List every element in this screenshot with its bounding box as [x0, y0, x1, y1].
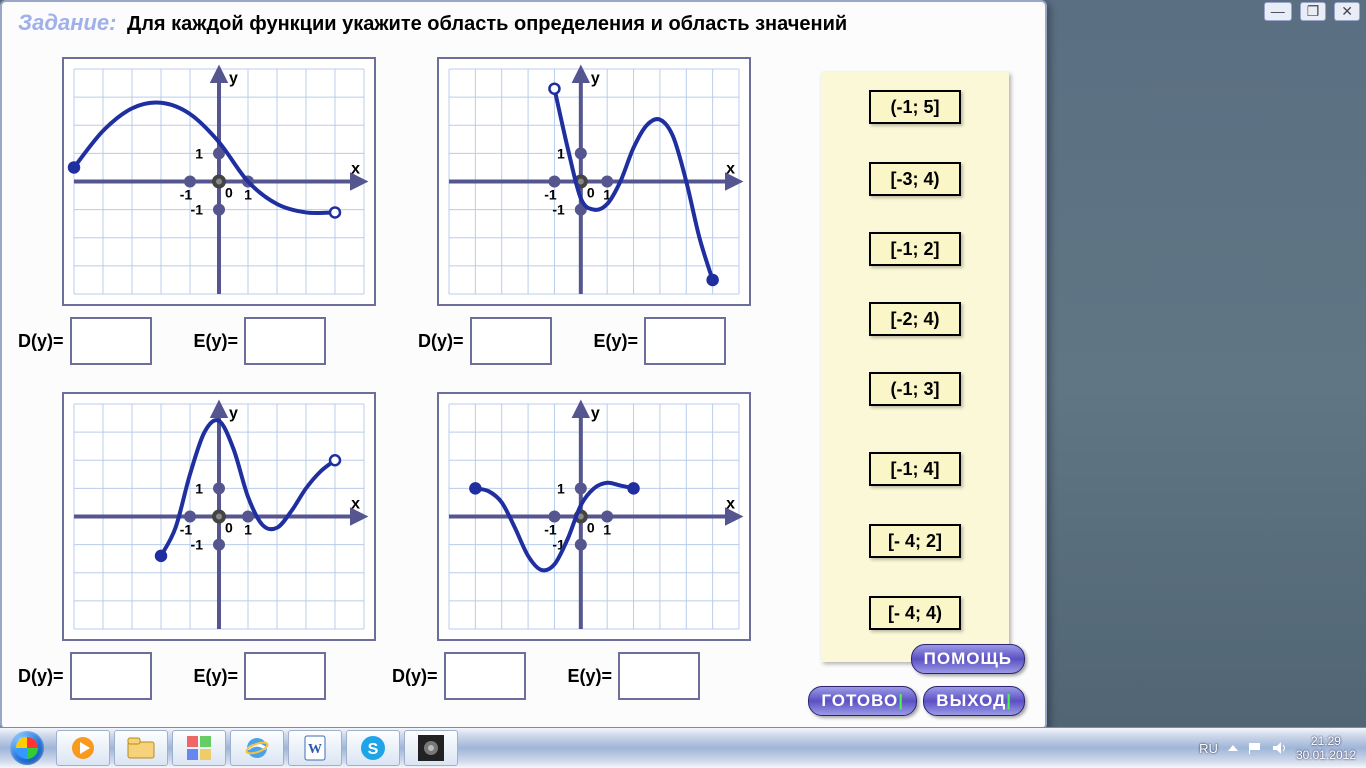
- exercise-window: Задание: Для каждой функции укажите обла…: [0, 0, 1047, 730]
- range-slot-1[interactable]: [244, 317, 326, 365]
- svg-text:x: x: [726, 161, 735, 178]
- svg-text:1: 1: [244, 187, 252, 203]
- svg-text:-1: -1: [544, 187, 557, 203]
- svg-text:0: 0: [225, 520, 233, 536]
- answer-tile[interactable]: [-1; 2]: [869, 232, 961, 266]
- clock[interactable]: 21:29 30.01.2012: [1296, 734, 1356, 763]
- svg-text:0: 0: [225, 185, 233, 201]
- answer-row-2: D(y)= E(y)=: [418, 317, 726, 365]
- svg-text:-1: -1: [544, 522, 557, 538]
- done-button[interactable]: ГОТОВО|: [808, 686, 917, 716]
- svg-text:0: 0: [587, 185, 595, 201]
- minimize-button[interactable]: —: [1264, 2, 1292, 21]
- answer-tile[interactable]: [- 4; 2]: [869, 524, 961, 558]
- range-label: E(y)=: [568, 666, 613, 687]
- graph-3: -1101-1xy: [62, 392, 376, 641]
- range-slot-4[interactable]: [618, 652, 700, 700]
- graph-1: -1101-1xy: [62, 57, 376, 306]
- svg-text:1: 1: [244, 522, 252, 538]
- domain-slot-2[interactable]: [470, 317, 552, 365]
- maximize-button[interactable]: ❐: [1300, 2, 1327, 21]
- svg-text:1: 1: [603, 522, 611, 538]
- svg-text:-1: -1: [552, 202, 565, 218]
- answer-row-3: D(y)= E(y)=: [18, 652, 326, 700]
- taskbar-ie-icon[interactable]: [230, 730, 284, 766]
- svg-text:1: 1: [195, 480, 203, 496]
- svg-text:y: y: [229, 70, 238, 87]
- start-button[interactable]: [0, 728, 54, 768]
- answer-row-1: D(y)= E(y)=: [18, 317, 326, 365]
- system-tray: RU 21:29 30.01.2012: [1199, 734, 1366, 763]
- domain-label: D(y)=: [18, 666, 64, 687]
- answer-tile[interactable]: (-1; 5]: [869, 90, 961, 124]
- answer-tile-panel: (-1; 5] [-3; 4) [-1; 2] [-2; 4) (-1; 3] …: [821, 72, 1009, 662]
- taskbar-app-icon[interactable]: [172, 730, 226, 766]
- svg-text:-1: -1: [191, 537, 204, 553]
- taskbar-skype-icon[interactable]: S: [346, 730, 400, 766]
- svg-text:x: x: [351, 161, 360, 178]
- domain-label: D(y)=: [418, 331, 464, 352]
- task-label: Задание:: [18, 10, 117, 35]
- svg-text:x: x: [726, 496, 735, 513]
- language-indicator[interactable]: RU: [1199, 741, 1218, 756]
- desktop: — ❐ ✕ Задание: Для каждой функции укажит…: [0, 0, 1366, 768]
- tray-chevron-icon[interactable]: [1228, 743, 1238, 753]
- close-button[interactable]: ✕: [1334, 2, 1360, 21]
- svg-text:1: 1: [557, 480, 565, 496]
- flag-icon[interactable]: [1248, 741, 1262, 755]
- taskbar-app2-icon[interactable]: [404, 730, 458, 766]
- range-slot-3[interactable]: [244, 652, 326, 700]
- taskbar-word-icon[interactable]: W: [288, 730, 342, 766]
- svg-text:-1: -1: [191, 202, 204, 218]
- svg-text:-1: -1: [180, 187, 193, 203]
- svg-text:1: 1: [195, 145, 203, 161]
- taskbar: W S RU 21:29 30.01.2012: [0, 727, 1366, 768]
- task-text: Для каждой функции укажите область опред…: [127, 13, 847, 35]
- svg-text:y: y: [591, 70, 600, 87]
- domain-label: D(y)=: [18, 331, 64, 352]
- range-label: E(y)=: [194, 331, 239, 352]
- answer-tile[interactable]: [-1; 4]: [869, 452, 961, 486]
- windows-logo-icon: [10, 731, 44, 765]
- svg-text:x: x: [351, 496, 360, 513]
- clock-time: 21:29: [1296, 734, 1356, 748]
- os-window-controls: — ❐ ✕: [1264, 2, 1360, 21]
- svg-text:W: W: [308, 742, 322, 757]
- range-slot-2[interactable]: [644, 317, 726, 365]
- exit-button[interactable]: ВЫХОД|: [923, 686, 1025, 716]
- domain-slot-3[interactable]: [70, 652, 152, 700]
- answer-row-4: D(y)= E(y)=: [392, 652, 700, 700]
- help-button[interactable]: ПОМОЩЬ: [911, 644, 1025, 674]
- svg-text:y: y: [229, 405, 238, 422]
- answer-tile[interactable]: [-3; 4): [869, 162, 961, 196]
- svg-text:0: 0: [587, 520, 595, 536]
- svg-text:y: y: [591, 405, 600, 422]
- domain-label: D(y)=: [392, 666, 438, 687]
- svg-text:-1: -1: [180, 522, 193, 538]
- taskbar-explorer-icon[interactable]: [114, 730, 168, 766]
- domain-slot-4[interactable]: [444, 652, 526, 700]
- svg-text:S: S: [368, 741, 379, 758]
- domain-slot-1[interactable]: [70, 317, 152, 365]
- answer-tile[interactable]: [-2; 4): [869, 302, 961, 336]
- clock-date: 30.01.2012: [1296, 748, 1356, 762]
- speaker-icon[interactable]: [1272, 741, 1286, 755]
- graph-4: -1101-1xy: [437, 392, 751, 641]
- range-label: E(y)=: [594, 331, 639, 352]
- answer-tile[interactable]: [- 4; 4): [869, 596, 961, 630]
- title-row: Задание: Для каждой функции укажите обла…: [18, 10, 1029, 36]
- taskbar-media-player-icon[interactable]: [56, 730, 110, 766]
- range-label: E(y)=: [194, 666, 239, 687]
- answer-tile[interactable]: (-1; 3]: [869, 372, 961, 406]
- svg-text:1: 1: [557, 145, 565, 161]
- graph-2: -1101-1xy: [437, 57, 751, 306]
